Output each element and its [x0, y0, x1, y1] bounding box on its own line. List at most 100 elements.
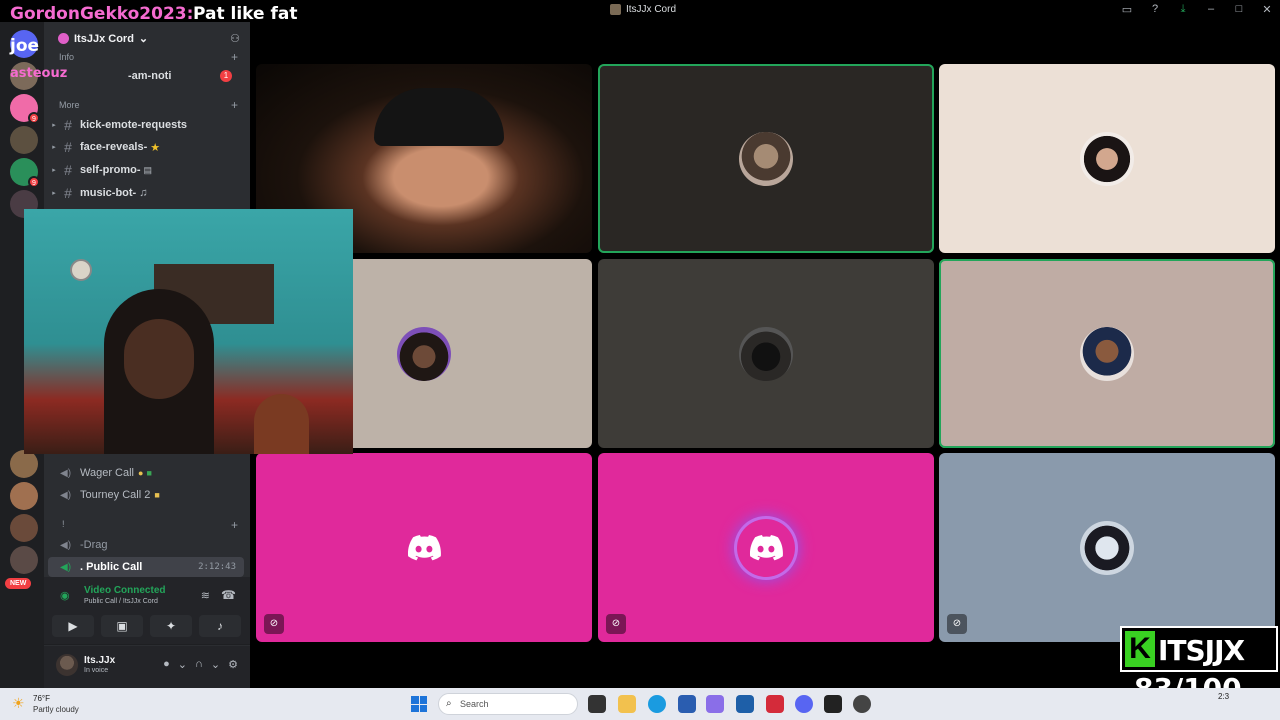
server-icon[interactable] — [10, 126, 38, 154]
weather-temperature[interactable]: 76°F — [33, 694, 50, 703]
video-tile-participant[interactable]: ⊘ — [256, 453, 592, 642]
wall-clock — [70, 259, 92, 281]
server-badge: 9 — [28, 112, 40, 124]
avatar — [1080, 520, 1134, 575]
participant-video — [374, 88, 504, 146]
chevron-down-icon[interactable]: ⌄ — [178, 658, 187, 671]
avatar — [739, 326, 793, 381]
channel-name: -am-noti — [128, 70, 172, 82]
search-icon: ⌕ — [446, 698, 452, 709]
app-icon[interactable] — [706, 695, 724, 713]
video-tile-participant[interactable] — [939, 259, 1275, 448]
app-icon[interactable] — [766, 695, 784, 713]
brand-letter: K — [1125, 631, 1155, 667]
channel-stream-noti[interactable]: -am-noti 1 — [48, 66, 244, 86]
server-icon[interactable]: 9 — [10, 158, 40, 188]
video-tile-participant[interactable] — [598, 259, 934, 448]
speaker-icon: ◀) — [60, 490, 72, 501]
disconnect-icon[interactable]: ☎ — [221, 588, 236, 602]
voice-status-subtitle[interactable]: Public Call / ItsJJx Cord — [84, 598, 158, 605]
headphones-icon[interactable]: ∩ — [195, 658, 203, 671]
voice-channel-drag[interactable]: ◀) -Drag — [48, 535, 244, 555]
avatar — [397, 326, 451, 381]
video-tile-participant-speaking[interactable]: ⊘ — [598, 453, 934, 642]
cash-icon: ■ — [146, 468, 152, 478]
server-icon[interactable]: 9 — [10, 94, 40, 124]
video-tile-participant[interactable] — [939, 64, 1275, 253]
add-channel-button[interactable]: + — [231, 518, 238, 532]
window-titlebar: ItsJJx Cord ▭ ? ⤓ – □ ✕ — [250, 0, 1280, 22]
music-note-icon: ♫ — [139, 187, 148, 199]
channel-name: music-bot- — [80, 187, 137, 199]
category-info[interactable]: Info — [59, 52, 74, 62]
channel-name: Tourney Call 2 — [80, 489, 151, 501]
inbox-icon[interactable]: ▭ — [1120, 3, 1134, 16]
category-more[interactable]: More — [59, 100, 80, 110]
signal-icon[interactable]: ◉ — [60, 589, 70, 602]
noise-suppression-icon[interactable]: ≋ — [201, 589, 210, 602]
channel-kick-emote-requests[interactable]: ▸ # kick-emote-requests — [48, 115, 244, 135]
server-icon[interactable] — [10, 482, 38, 510]
server-icon[interactable] — [10, 514, 38, 542]
close-button[interactable]: ✕ — [1260, 3, 1274, 16]
channel-self-promo[interactable]: ▸ # self-promo- ▤ — [48, 160, 244, 180]
app-icon[interactable] — [853, 695, 871, 713]
hash-icon: # — [64, 185, 72, 201]
money-bag-icon: ● — [138, 468, 144, 478]
voice-channel-tourney-call-2[interactable]: ◀) Tourney Call 2 ■ — [48, 485, 244, 505]
download-icon[interactable]: ⤓ — [1176, 3, 1190, 16]
soundboard-icon[interactable]: ♪ — [199, 615, 241, 637]
avatar[interactable] — [56, 654, 78, 676]
search-input[interactable]: ⌕ Search — [438, 693, 578, 715]
task-view-icon[interactable] — [588, 695, 606, 713]
minimize-button[interactable]: – — [1204, 3, 1218, 16]
store-icon[interactable] — [736, 695, 754, 713]
activity-icon[interactable]: ✦ — [150, 615, 192, 637]
chevron-down-icon[interactable]: ⌄ — [211, 658, 220, 671]
video-tile-participant[interactable]: ⊘ — [939, 453, 1275, 642]
start-button[interactable] — [411, 696, 427, 712]
app-icon[interactable] — [678, 695, 696, 713]
weather-icon[interactable]: ☀ — [12, 695, 25, 712]
server-header[interactable]: ItsJJx Cord ⌄ — [58, 32, 148, 45]
call-timer: 2:12:43 — [198, 562, 236, 572]
weather-description[interactable]: Partly cloudy — [33, 705, 79, 714]
channel-face-reveals[interactable]: ▸ # face-reveals- ★ — [48, 137, 244, 157]
video-tile-participant[interactable] — [598, 64, 934, 253]
server-badge: 9 — [28, 176, 40, 188]
avatar — [1080, 326, 1134, 381]
gear-icon[interactable]: ⚙ — [228, 658, 238, 671]
memo-icon: ▤ — [143, 164, 153, 175]
server-icon[interactable] — [10, 546, 38, 574]
window-actions: ▭ ? ⤓ – □ ✕ — [1120, 3, 1274, 16]
brand-text: ITSJJX — [1158, 634, 1245, 667]
discord-taskbar-icon[interactable] — [795, 695, 813, 713]
channel-name: self-promo- — [80, 164, 141, 176]
chair — [254, 394, 309, 454]
add-channel-button[interactable]: + — [231, 98, 238, 112]
invite-icon[interactable]: ⚇ — [230, 32, 240, 45]
category-voice[interactable]: ! — [62, 519, 65, 529]
help-icon[interactable]: ? — [1148, 3, 1162, 16]
maximize-button[interactable]: □ — [1232, 3, 1246, 16]
user-name[interactable]: Its.JJx — [84, 655, 115, 666]
lock-icon: ■ — [154, 490, 160, 500]
epic-games-icon[interactable] — [824, 695, 842, 713]
channel-music-bot[interactable]: ▸ # music-bot- ♫ — [48, 183, 244, 203]
camera-off-icon[interactable]: ▶ — [52, 615, 94, 637]
streamer-face — [124, 319, 194, 399]
tray-clock[interactable]: 2:3 — [1218, 692, 1229, 701]
avatar — [1080, 131, 1134, 186]
edge-browser-icon[interactable] — [648, 695, 666, 713]
voice-channel-public-call[interactable]: ◀) . Public Call 2:12:43 — [48, 557, 244, 577]
server-icon[interactable] — [10, 450, 38, 478]
add-channel-button[interactable]: + — [231, 50, 238, 64]
server-icon — [610, 4, 621, 15]
screen-share-icon[interactable]: ▣ — [101, 615, 143, 637]
file-explorer-icon[interactable] — [618, 695, 636, 713]
search-placeholder: Search — [460, 699, 489, 709]
mic-icon[interactable]: ● — [163, 658, 170, 671]
voice-status-title[interactable]: Video Connected — [84, 585, 166, 596]
voice-channel-wager-call[interactable]: ◀) Wager Call ● ■ — [48, 463, 244, 483]
user-status: In voice — [84, 667, 109, 674]
